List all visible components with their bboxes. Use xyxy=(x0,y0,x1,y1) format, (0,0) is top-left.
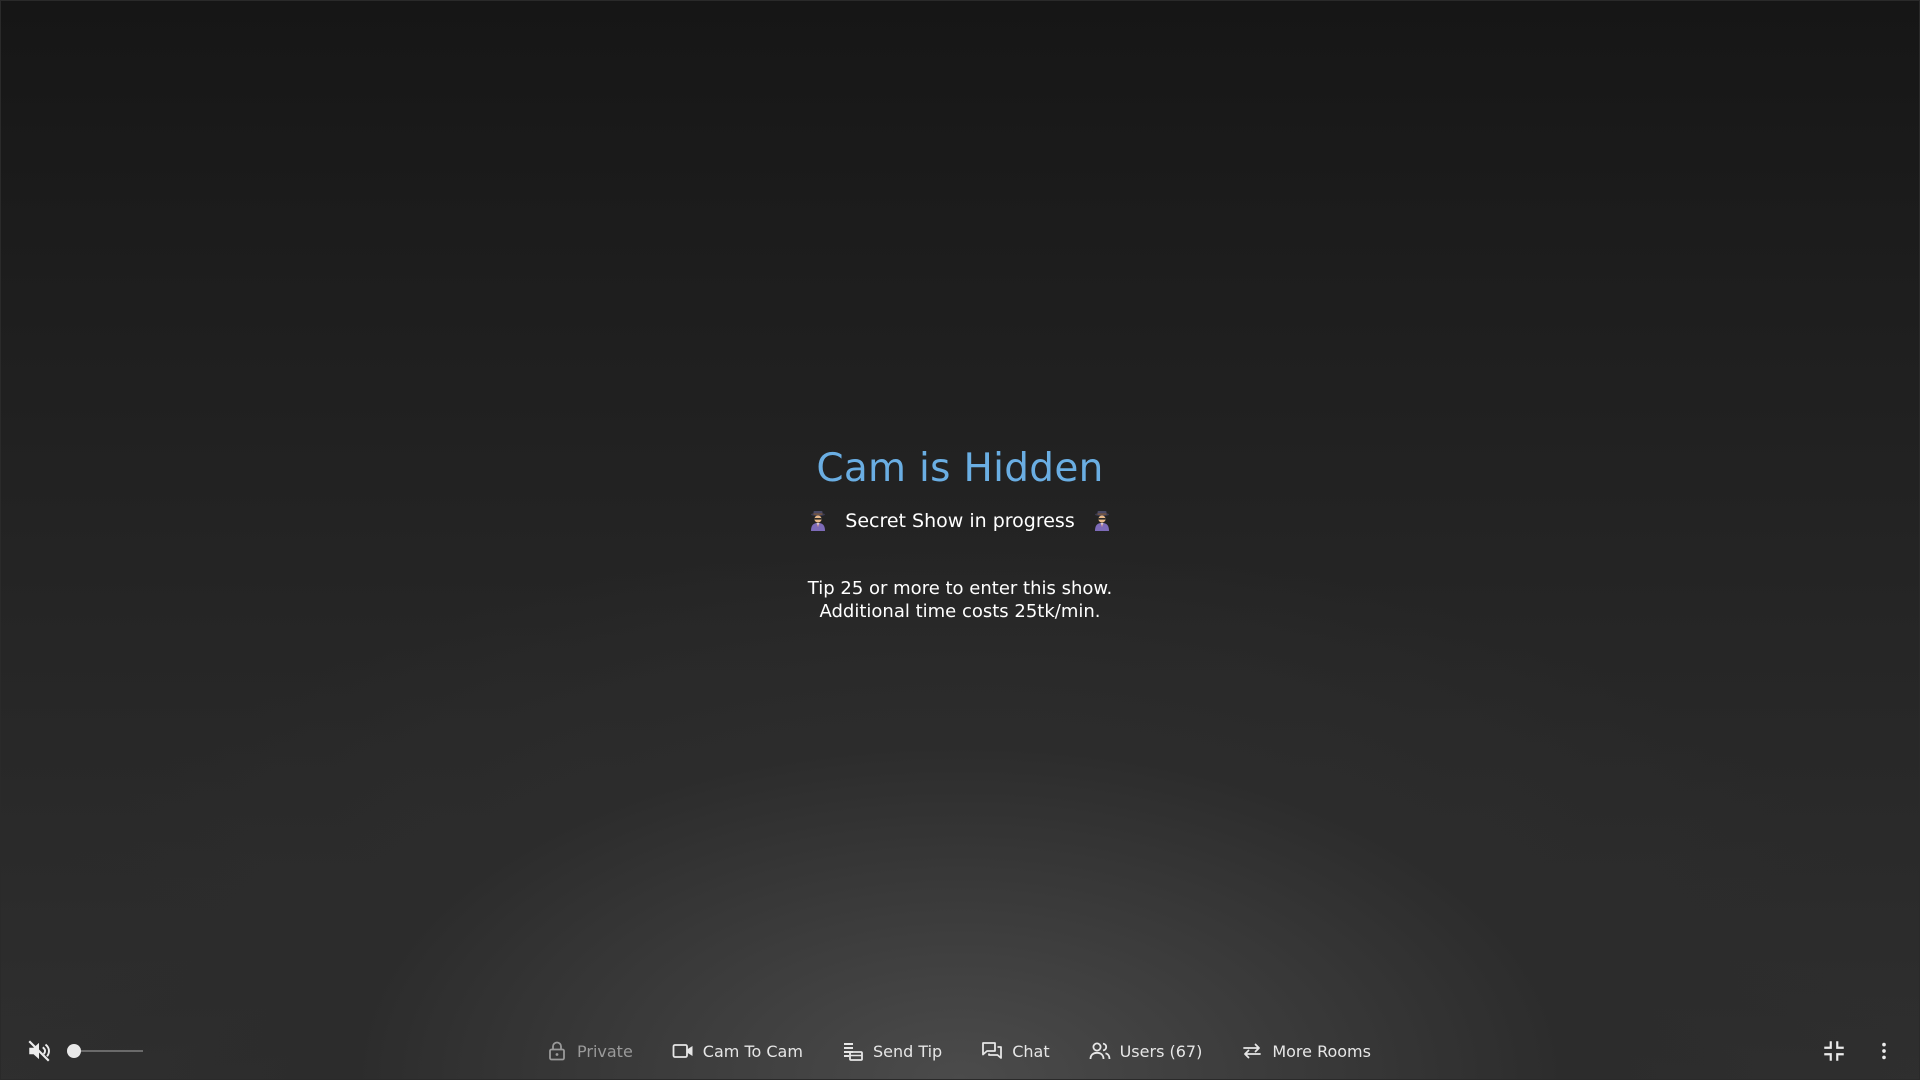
overlay-info-line: Additional time costs 25tk/min. xyxy=(819,601,1101,622)
users-label: Users (67) xyxy=(1119,1041,1203,1061)
more-rooms-button[interactable]: More Rooms xyxy=(1240,1039,1371,1063)
private-label: Private xyxy=(577,1041,633,1061)
room-actions: Private Cam To Cam Send Tip Chat Users (… xyxy=(1,1023,1919,1079)
player-toolbar: Private Cam To Cam Send Tip Chat Users (… xyxy=(1,1023,1919,1079)
more-vertical-icon xyxy=(1882,1042,1886,1060)
hidden-cam-overlay: Cam is Hidden Secret Show in progress Ti… xyxy=(1,445,1919,623)
chat-label: Chat xyxy=(1012,1041,1050,1061)
overlay-info-line: Tip 25 or more to enter this show. xyxy=(807,578,1113,599)
users-icon xyxy=(1089,1042,1110,1060)
more-options-button[interactable] xyxy=(1873,1038,1895,1064)
cam-to-cam-label: Cam To Cam xyxy=(702,1041,803,1061)
overlay-info: Tip 25 or more to enter this show. Addit… xyxy=(1,577,1919,623)
exit-fullscreen-icon xyxy=(1824,1041,1844,1061)
private-button[interactable]: Private xyxy=(545,1039,633,1063)
cam-to-cam-button[interactable]: Cam To Cam xyxy=(671,1039,803,1063)
send-tip-label: Send Tip xyxy=(872,1041,943,1061)
chat-button[interactable]: Chat xyxy=(980,1039,1050,1063)
swap-arrows-icon xyxy=(1243,1043,1262,1059)
exit-fullscreen-button[interactable] xyxy=(1821,1038,1847,1064)
view-controls xyxy=(1821,1023,1895,1079)
video-player[interactable]: Cam is Hidden Secret Show in progress Ti… xyxy=(0,0,1920,1080)
send-tip-button[interactable]: Send Tip xyxy=(841,1039,942,1063)
lock-icon xyxy=(549,1041,565,1061)
tip-coins-icon xyxy=(843,1043,863,1061)
overlay-subtitle: Secret Show in progress xyxy=(845,510,1075,532)
more-rooms-label: More Rooms xyxy=(1272,1041,1371,1061)
spy-emoji-icon xyxy=(807,510,829,532)
video-camera-icon xyxy=(672,1044,693,1058)
spy-emoji-icon xyxy=(1091,510,1113,532)
overlay-subtitle-row: Secret Show in progress xyxy=(1,507,1919,535)
users-button[interactable]: Users (67) xyxy=(1088,1039,1203,1063)
overlay-title: Cam is Hidden xyxy=(816,446,1104,491)
chat-bubbles-icon xyxy=(982,1042,1003,1059)
